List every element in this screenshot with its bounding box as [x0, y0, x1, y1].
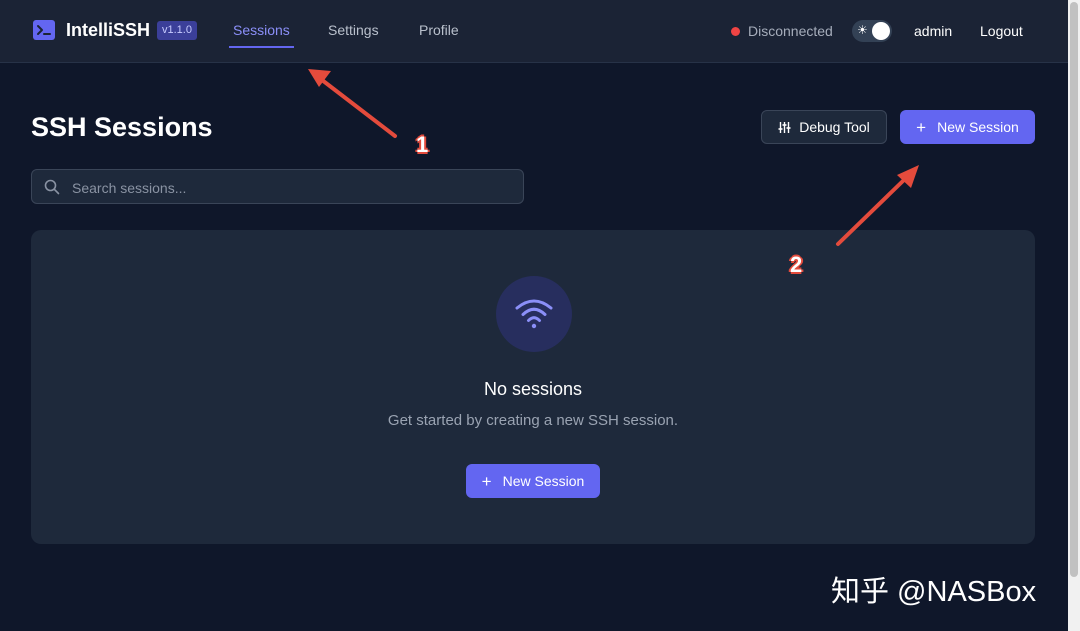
watermark: 知乎 @NASBox	[831, 576, 1037, 608]
annotation-arrow-1	[308, 69, 397, 138]
annotation-label-2: 2	[790, 252, 803, 277]
annotation-arrows	[308, 69, 919, 246]
annotation-label-1: 1	[416, 132, 429, 157]
annotation-arrow-2	[836, 165, 919, 246]
